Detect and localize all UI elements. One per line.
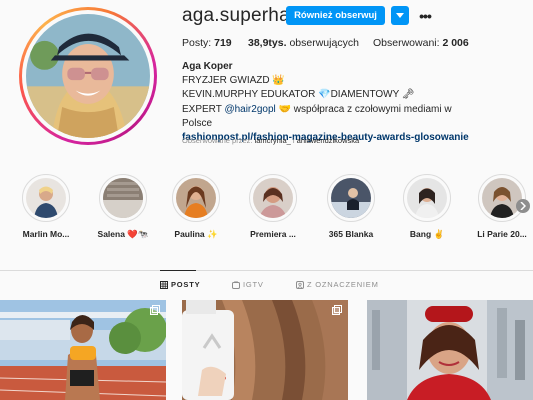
igtv-icon bbox=[232, 280, 240, 289]
profile-avatar bbox=[26, 14, 150, 138]
highlight-item[interactable]: 365 Blanka bbox=[319, 174, 383, 239]
more-options-icon[interactable]: ••• bbox=[417, 6, 433, 25]
highlight-cover bbox=[26, 178, 66, 218]
profile-bio: Aga Koper FRYZJER GWIAZD 👑 KEVIN.MURPHY … bbox=[182, 60, 482, 145]
bio-line-3: EXPERT @hair2gopl 🤝 współpraca z czołowy… bbox=[182, 103, 452, 129]
profile-username: aga.superhair bbox=[182, 5, 301, 26]
highlight-cover bbox=[482, 178, 522, 218]
posts-count: Posty: 719 bbox=[182, 37, 232, 49]
highlights-next-button[interactable] bbox=[516, 199, 530, 213]
tab-tagged[interactable]: Z OZNACZENIEM bbox=[296, 280, 379, 289]
post-thumbnail[interactable]: ♥ bbox=[182, 300, 348, 400]
tagged-icon bbox=[296, 280, 304, 289]
highlight-item[interactable]: Marlin Mo... bbox=[14, 174, 78, 239]
chevron-down-icon bbox=[396, 12, 404, 18]
highlight-item[interactable]: Salena ❤️🐄 bbox=[91, 174, 155, 240]
grid-icon bbox=[160, 280, 168, 289]
active-tab-indicator bbox=[160, 270, 196, 271]
tabs-divider bbox=[0, 270, 533, 271]
chevron-right-icon bbox=[520, 202, 526, 210]
tab-posts[interactable]: POSTY bbox=[160, 280, 200, 289]
bio-line-1: FRYZJER GWIAZD 👑 bbox=[182, 75, 285, 87]
bio-line-2: KEVIN.MURPHY EDUKATOR 💎DIAMENTOWY 🗝 bbox=[182, 89, 415, 101]
follow-back-button[interactable]: Również obserwuj bbox=[286, 6, 385, 25]
highlight-cover bbox=[176, 178, 216, 218]
highlight-item[interactable]: Premiera ... bbox=[241, 174, 305, 239]
tab-igtv[interactable]: IGTV bbox=[232, 280, 264, 289]
post-image bbox=[0, 300, 166, 400]
post-image: ♥ bbox=[182, 300, 348, 400]
carousel-icon bbox=[150, 305, 160, 315]
followed-by[interactable]: Obserwowane przez: iamcrynia_ i aniawend… bbox=[182, 136, 359, 145]
followers-count[interactable]: 38,9tys. obserwujących bbox=[248, 37, 359, 49]
highlight-cover bbox=[103, 178, 143, 218]
post-image bbox=[367, 300, 533, 400]
carousel-icon bbox=[332, 305, 342, 315]
highlight-cover bbox=[331, 178, 371, 218]
bio-mention-link[interactable]: @hair2gopl bbox=[224, 104, 275, 115]
highlight-item[interactable]: Bang ✌ bbox=[395, 174, 459, 240]
highlight-cover bbox=[407, 178, 447, 218]
suggested-dropdown-button[interactable] bbox=[391, 6, 409, 25]
profile-avatar-ring[interactable] bbox=[19, 7, 157, 145]
highlight-item[interactable]: Paulina ✨ bbox=[164, 174, 228, 240]
profile-full-name: Aga Koper bbox=[182, 61, 233, 72]
post-thumbnail[interactable] bbox=[0, 300, 166, 400]
highlight-cover bbox=[253, 178, 293, 218]
post-thumbnail[interactable] bbox=[367, 300, 533, 400]
following-count[interactable]: Obserwowani: 2 006 bbox=[373, 37, 469, 49]
